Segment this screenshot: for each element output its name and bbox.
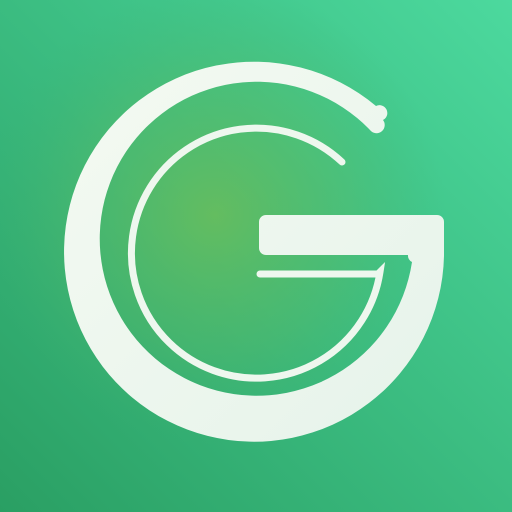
app-icon xyxy=(0,0,512,512)
g-logo-icon xyxy=(0,0,512,512)
